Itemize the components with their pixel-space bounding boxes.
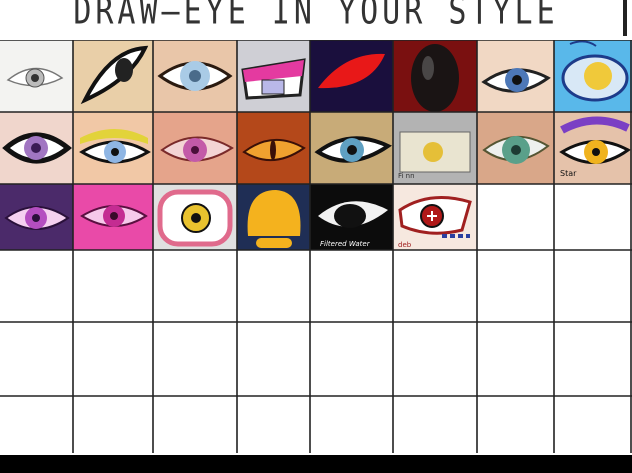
signature-text: Fi nn [398, 172, 415, 180]
eye-cell-12[interactable] [237, 112, 310, 184]
eye-cell-5[interactable] [310, 40, 393, 112]
eye-cell-10[interactable] [73, 112, 153, 184]
eye-cell-14[interactable]: Fi nn [393, 112, 477, 184]
page-title: DRAW—EYE IN YOUR STYLE [73, 0, 559, 34]
eye-cell-11[interactable] [153, 112, 237, 184]
eye-cell-8[interactable] [554, 40, 632, 112]
eye-cell-3[interactable] [153, 40, 237, 112]
signature-text: Filtered Water [320, 240, 371, 248]
eye-cell-7[interactable] [477, 40, 554, 112]
eye-cell-1[interactable] [0, 40, 73, 112]
eye-cell-18[interactable] [73, 184, 153, 250]
eye-cell-20[interactable] [237, 184, 310, 250]
eye-cell-22[interactable]: deb [393, 184, 477, 250]
eye-cell-21[interactable]: Filtered Water [310, 184, 393, 250]
eye-cell-9[interactable] [0, 112, 73, 184]
eye-cell-15[interactable] [477, 112, 554, 184]
eye-cell-2[interactable] [73, 40, 153, 112]
bottom-bar [0, 455, 632, 473]
eye-cell-19[interactable] [153, 184, 237, 250]
eye-cell-16[interactable]: Star [554, 112, 632, 184]
eye-cell-17[interactable] [0, 184, 73, 250]
eye-cell-13[interactable] [310, 112, 393, 184]
eye-grid: Fi nn Star Filtered Water deb [0, 40, 632, 453]
scroll-indicator [623, 0, 627, 36]
signature-text: Star [560, 169, 577, 178]
eye-cell-4[interactable] [237, 40, 310, 112]
eye-cell-6[interactable] [393, 40, 477, 112]
signature-text: deb [398, 241, 412, 249]
